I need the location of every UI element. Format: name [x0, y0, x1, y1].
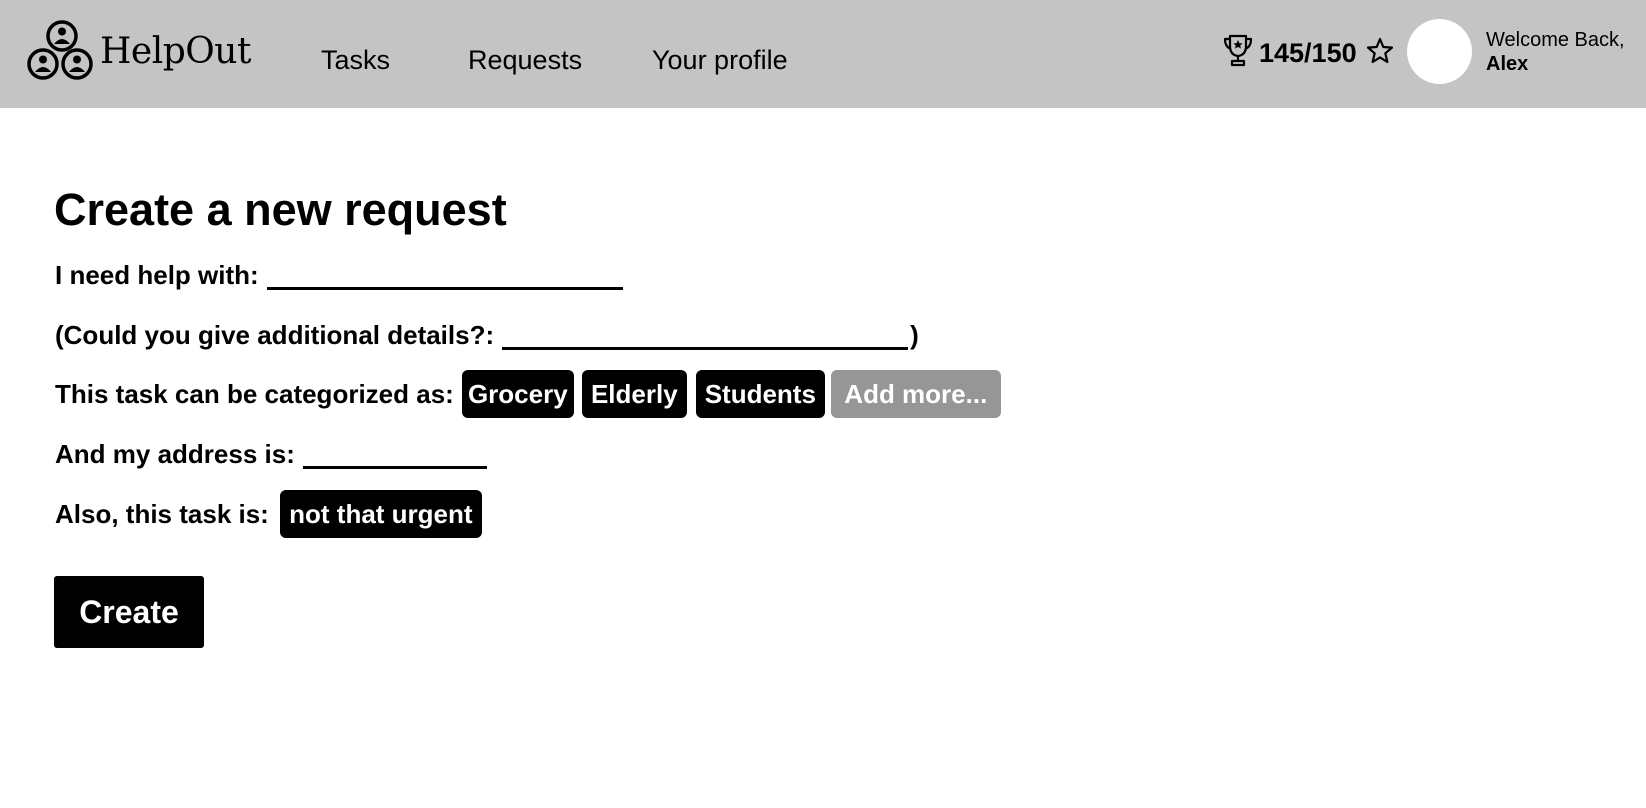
category-chip-grocery[interactable]: Grocery [461, 370, 574, 418]
create-button[interactable]: Create [54, 576, 204, 648]
help-input[interactable] [266, 260, 623, 290]
urgency-selector[interactable]: not that urgent [279, 490, 482, 538]
help-label: I need help with: [55, 259, 259, 290]
top-nav-bar: HelpOut Tasks Requests Your profile 145/… [0, 0, 1646, 108]
nav-tasks[interactable]: Tasks [321, 42, 390, 78]
star-outline-icon [1366, 37, 1394, 64]
avatar[interactable] [1407, 19, 1472, 84]
details-label: (Could you give additional details?: [55, 319, 495, 350]
welcome-message: Welcome Back, Alex [1486, 28, 1625, 76]
three-people-icon [27, 20, 93, 80]
help-row: I need help with: [55, 251, 623, 299]
add-more-categories-button[interactable]: Add more... [830, 370, 1001, 418]
welcome-text: Welcome Back, [1486, 29, 1625, 51]
user-name: Alex [1486, 53, 1529, 75]
points-counter: 145/150 [1259, 38, 1357, 68]
nav-your-profile[interactable]: Your profile [652, 42, 788, 78]
logo[interactable]: HelpOut [27, 20, 251, 84]
urgency-label: Also, this task is: [55, 498, 269, 529]
details-close-paren: ) [910, 319, 919, 350]
details-row: (Could you give additional details?: ) [55, 311, 919, 359]
category-label: This task can be categorized as: [55, 378, 454, 409]
address-row: And my address is: [55, 430, 487, 478]
page-title: Create a new request [54, 184, 507, 235]
category-row: This task can be categorized as: Grocery… [55, 370, 1001, 418]
nav-requests[interactable]: Requests [468, 42, 582, 78]
details-input[interactable] [502, 320, 909, 350]
category-chip-students[interactable]: Students [695, 370, 825, 418]
address-input[interactable] [302, 439, 487, 469]
address-label: And my address is: [55, 438, 295, 469]
category-chip-elderly[interactable]: Elderly [581, 370, 687, 418]
logo-text: HelpOut [100, 31, 251, 72]
trophy-icon [1223, 34, 1253, 67]
urgency-row: Also, this task is: not that urgent [55, 490, 482, 538]
